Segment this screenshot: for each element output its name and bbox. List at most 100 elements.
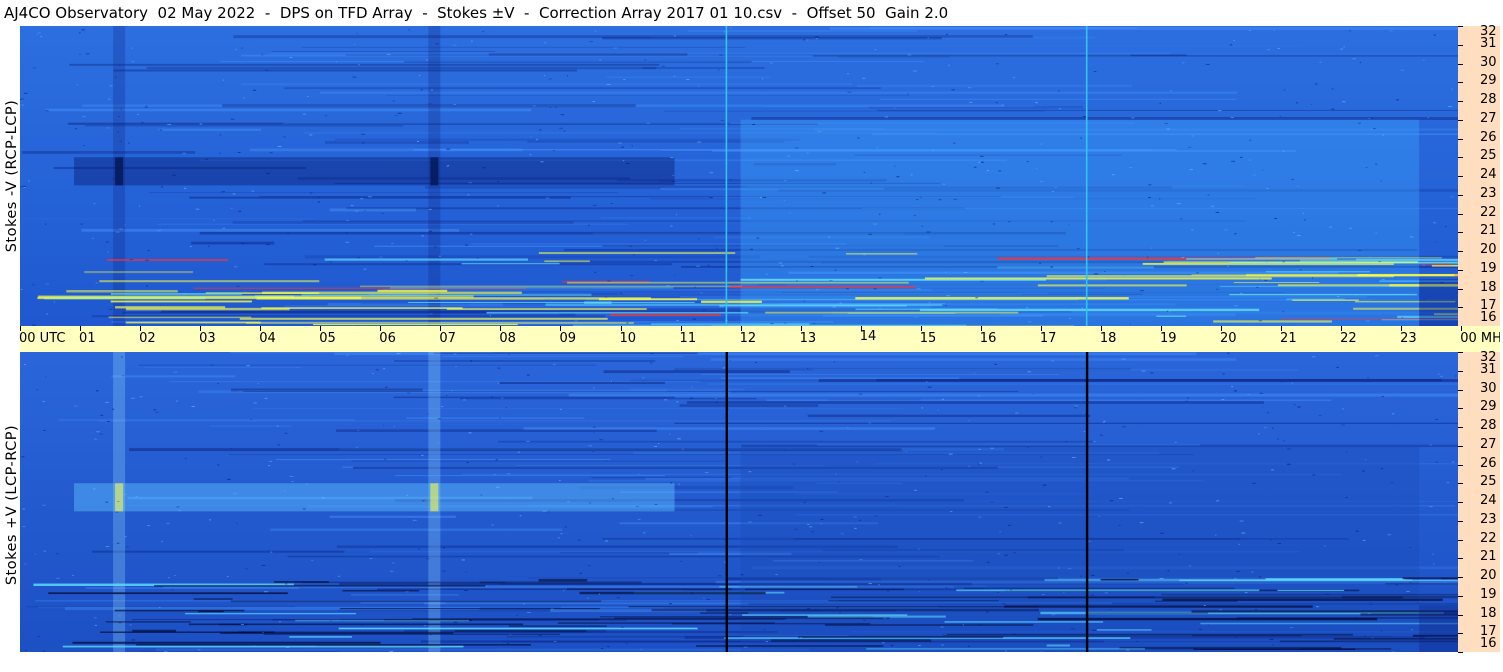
- noise-dot: [932, 150, 935, 152]
- noise-dot: [696, 265, 700, 267]
- noise-dot: [392, 562, 395, 564]
- noise-dot: [120, 108, 122, 110]
- noise-dot: [928, 302, 931, 304]
- noise-dot: [468, 182, 472, 184]
- rfi-streak: [1213, 320, 1332, 323]
- noise-dot: [1068, 223, 1070, 225]
- noise-dot: [461, 559, 465, 561]
- noise-dot: [926, 381, 928, 383]
- noise-dot: [927, 579, 930, 581]
- noise-dot: [434, 246, 437, 248]
- noise-dot: [1180, 218, 1183, 220]
- noise-dot: [1331, 108, 1335, 110]
- noise-dot: [997, 591, 999, 593]
- noise-dot: [481, 31, 485, 33]
- freq-tick: [1458, 251, 1463, 252]
- freq-tick: [1458, 269, 1463, 271]
- noise-dot: [654, 446, 657, 448]
- noise-dot: [1222, 373, 1225, 375]
- noise-dot: [894, 107, 896, 109]
- noise-dot: [418, 75, 421, 77]
- noise-dot: [758, 514, 762, 516]
- band-streak: [385, 95, 910, 96]
- event-line: [1085, 352, 1089, 652]
- noise-dot: [589, 502, 591, 504]
- noise-dot: [291, 481, 294, 483]
- noise-dot: [158, 607, 161, 609]
- noise-dot: [236, 522, 238, 524]
- noise-dot: [78, 32, 81, 34]
- noise-dot: [967, 465, 971, 467]
- rfi-streak: [919, 308, 1260, 312]
- bottom-frequency-axis: 32 31 30 29 28 27 26 25 24 23 22 21 20 19 18 17 16: [1458, 350, 1500, 653]
- noise-dot: [1207, 194, 1210, 196]
- noise-dot: [1258, 433, 1260, 435]
- freq-tick-label: 27: [1480, 436, 1497, 452]
- noise-dot: [453, 104, 456, 106]
- noise-dot: [642, 377, 644, 379]
- noise-dot: [318, 196, 321, 198]
- noise-dot: [618, 142, 622, 144]
- noise-dot: [1336, 366, 1339, 368]
- noise-dot: [740, 574, 744, 576]
- noise-dot: [146, 285, 149, 287]
- rfi-streak: [338, 627, 698, 630]
- noise-dot: [1365, 320, 1370, 322]
- noise-dot: [91, 237, 95, 239]
- noise-dot: [640, 648, 642, 650]
- noise-dot: [117, 582, 119, 584]
- noise-dot: [73, 405, 78, 407]
- noise-dot: [724, 561, 726, 563]
- noise-dot: [533, 105, 536, 107]
- rfi-streak: [1162, 598, 1443, 601]
- noise-dot: [673, 35, 676, 37]
- noise-dot: [434, 297, 438, 299]
- noise-dot: [493, 474, 496, 476]
- noise-dot: [456, 646, 461, 648]
- noise-dot: [1050, 221, 1053, 223]
- noise-dot: [222, 79, 225, 81]
- noise-dot: [555, 106, 557, 108]
- noise-dot: [1103, 634, 1106, 636]
- noise-dot: [53, 301, 55, 303]
- noise-dot: [863, 254, 866, 256]
- noise-dot: [857, 137, 860, 139]
- noise-dot: [762, 196, 767, 198]
- noise-dot: [157, 230, 162, 232]
- time-tick-label: 12: [739, 331, 757, 346]
- noise-dot: [709, 197, 713, 199]
- noise-dot: [600, 647, 604, 649]
- noise-dot: [100, 414, 104, 416]
- freq-tick: [1458, 119, 1463, 121]
- time-tick-label: 02: [139, 331, 156, 346]
- noise-dot: [506, 642, 509, 644]
- noise-dot: [355, 447, 358, 449]
- noise-dot: [723, 539, 726, 541]
- rfi-streak: [66, 290, 178, 293]
- band-streak: [22, 151, 196, 154]
- noise-dot: [622, 160, 625, 162]
- noise-dot: [593, 432, 595, 434]
- noise-dot: [868, 422, 872, 424]
- noise-dot: [748, 217, 751, 219]
- noise-dot: [1378, 261, 1382, 263]
- noise-dot: [1422, 264, 1426, 266]
- noise-dot: [997, 553, 1001, 555]
- noise-dot: [436, 291, 440, 293]
- noise-dot: [1396, 99, 1399, 101]
- noise-dot: [21, 104, 25, 106]
- noise-dot: [105, 546, 110, 548]
- noise-dot: [896, 176, 900, 178]
- noise-dot: [769, 62, 774, 64]
- column-peak: [430, 483, 439, 512]
- band-streak: [663, 110, 1045, 112]
- noise-dot: [468, 432, 472, 434]
- noise-dot: [357, 257, 361, 259]
- noise-dot: [890, 644, 894, 646]
- noise-dot: [119, 140, 123, 142]
- noise-dot: [317, 201, 321, 203]
- noise-dot: [978, 462, 983, 464]
- noise-dot: [397, 112, 402, 114]
- noise-dot: [412, 519, 417, 521]
- noise-dot: [783, 405, 787, 407]
